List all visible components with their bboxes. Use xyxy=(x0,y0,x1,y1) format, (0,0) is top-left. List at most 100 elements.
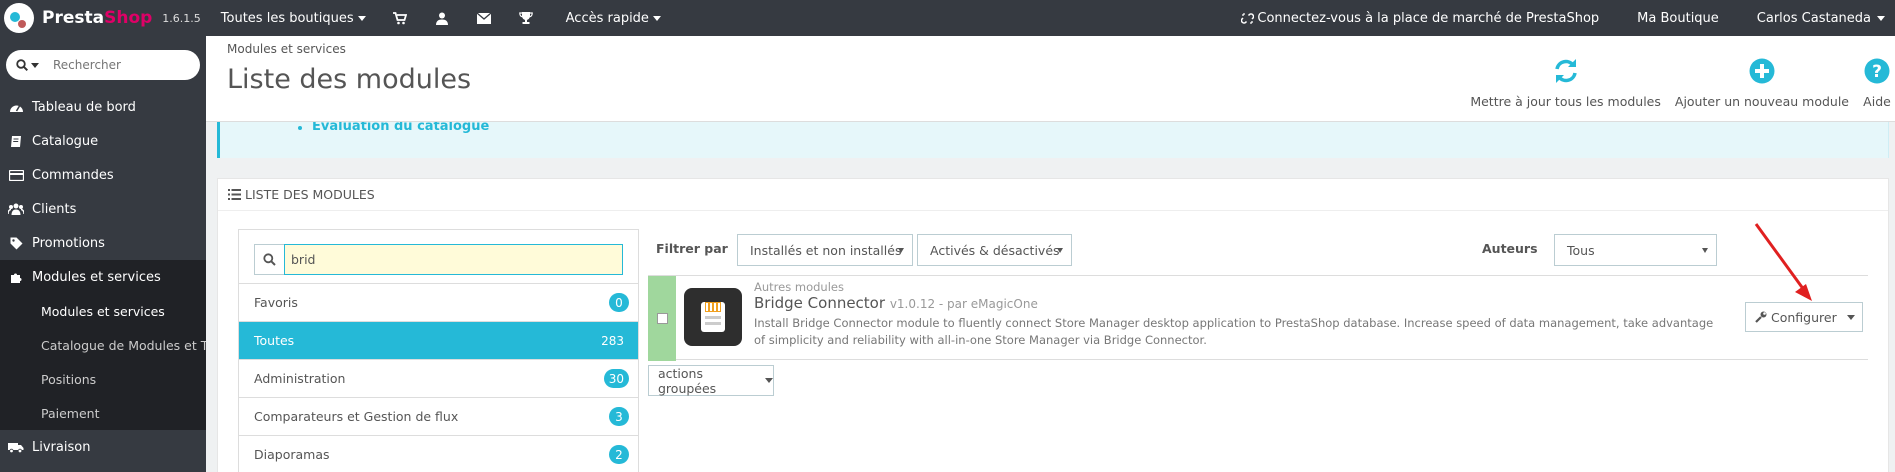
search-icon xyxy=(16,59,28,71)
sidebar-item-customers[interactable]: Clients xyxy=(0,192,206,226)
module-search-input[interactable] xyxy=(284,244,623,275)
category-list: Favoris 0 Toutes 283 Administration 30 C… xyxy=(238,229,639,472)
filter-label: Filtrer par xyxy=(656,241,728,256)
category-label: Comparateurs et Gestion de flux xyxy=(254,409,459,424)
authors-value: Tous xyxy=(1567,242,1595,258)
category-count-badge: 0 xyxy=(609,293,629,312)
caret-down-icon xyxy=(898,248,904,253)
breadcrumb[interactable]: Modules et services xyxy=(227,42,346,56)
info-alert: Évaluation du catalogue xyxy=(217,122,1889,158)
sidebar-item-promotions[interactable]: Promotions xyxy=(0,226,206,260)
update-all-modules-button[interactable]: Mettre à jour tous les modules xyxy=(1470,36,1661,122)
unlink-icon xyxy=(1241,12,1255,24)
configure-button[interactable]: Configurer xyxy=(1746,303,1840,331)
authors-select[interactable]: Tous xyxy=(1554,234,1717,266)
puffin-logo-icon xyxy=(4,3,34,33)
configure-button-group: Configurer xyxy=(1745,302,1863,332)
quick-access-label: Accès rapide xyxy=(565,10,649,26)
truck-icon xyxy=(8,440,24,454)
user-name: Carlos Castaneda xyxy=(1756,10,1871,26)
puzzle-icon xyxy=(8,270,24,284)
help-button[interactable]: ? Aide xyxy=(1863,36,1891,122)
sidebar-item-modules[interactable]: Modules et services xyxy=(0,260,206,294)
category-count-badge: 30 xyxy=(603,369,629,388)
shop-selector[interactable]: Toutes les boutiques xyxy=(221,11,366,26)
sidebar-item-orders[interactable]: Commandes xyxy=(0,158,206,192)
category-slideshows[interactable]: Diaporamas 2 xyxy=(239,436,638,472)
sidebar-subitem-positions[interactable]: Positions xyxy=(0,362,206,396)
list-bullet xyxy=(298,126,302,130)
prestashop-logo[interactable]: PrestaShop 1.6.1.5 xyxy=(0,0,201,36)
module-name-text: Bridge Connector xyxy=(754,294,886,312)
panel-title: LISTE DES MODULES xyxy=(245,187,375,202)
active-status-select[interactable]: Activés & désactivés xyxy=(917,234,1072,266)
topbar-right: Connectez-vous à la place de marché de P… xyxy=(1241,0,1895,36)
catalog-evaluation-link[interactable]: Évaluation du catalogue xyxy=(312,122,489,134)
caret-down-icon xyxy=(1877,15,1885,21)
marketplace-label: Connectez-vous à la place de marché de P… xyxy=(1257,10,1600,26)
user-icon[interactable] xyxy=(434,10,450,26)
sidebar-subitem-modules-catalog[interactable]: Catalogue de Modules et T... xyxy=(0,328,206,362)
sidebar-subitem-modules-services[interactable]: Modules et services xyxy=(0,294,206,328)
quick-access-menu[interactable]: Accès rapide xyxy=(566,11,661,26)
install-status-select[interactable]: Installés et non installés xyxy=(737,234,913,266)
refresh-icon xyxy=(1552,57,1580,85)
marketplace-link[interactable]: Connectez-vous à la place de marché de P… xyxy=(1241,11,1599,26)
trophy-icon[interactable] xyxy=(518,10,534,26)
page-toolbar: Mettre à jour tous les modules Ajouter u… xyxy=(1470,36,1895,122)
envelope-icon[interactable] xyxy=(476,10,492,26)
sidebar-search-input[interactable] xyxy=(53,58,183,72)
module-description: Install Bridge Connector module to fluen… xyxy=(754,316,1714,347)
sidebar-item-label: Livraison xyxy=(32,439,91,455)
sidebar-submenu-modules: Modules et services Catalogue de Modules… xyxy=(0,294,206,430)
sidebar-item-dashboard[interactable]: Tableau de bord xyxy=(0,90,206,124)
filter-bar: Filtrer par Installés et non installés A… xyxy=(656,234,1866,266)
sidebar-item-label: Clients xyxy=(32,201,77,217)
module-search xyxy=(239,230,638,284)
top-navbar: PrestaShop 1.6.1.5 Toutes les boutiques … xyxy=(0,0,1895,36)
version-label: 1.6.1.5 xyxy=(162,11,201,25)
module-search-button[interactable] xyxy=(254,244,284,275)
cart-icon[interactable] xyxy=(392,10,408,26)
tag-icon xyxy=(8,236,24,250)
category-comparators[interactable]: Comparateurs et Gestion de flux 3 xyxy=(239,398,638,436)
plus-circle-icon xyxy=(1748,57,1776,85)
add-new-module-label: Ajouter un nouveau module xyxy=(1674,94,1849,109)
configure-dropdown-toggle[interactable] xyxy=(1840,303,1862,331)
sidebar-menu: Tableau de bord Catalogue Commandes Clie… xyxy=(0,90,206,464)
search-icon xyxy=(263,253,276,266)
active-status-value: Activés & désactivés xyxy=(930,242,1060,258)
help-label: Aide xyxy=(1863,94,1891,109)
my-shop-link[interactable]: Ma Boutique xyxy=(1637,11,1719,26)
category-favorites[interactable]: Favoris 0 xyxy=(239,284,638,322)
sidebar-item-shipping[interactable]: Livraison xyxy=(0,430,206,464)
category-label: Diaporamas xyxy=(254,447,330,462)
caret-down-icon xyxy=(1057,248,1063,253)
module-installed-indicator xyxy=(648,276,676,361)
sidebar-item-label: Promotions xyxy=(32,235,105,251)
category-count-badge: 3 xyxy=(609,407,629,426)
list-icon xyxy=(228,189,241,200)
configure-label: Configurer xyxy=(1771,309,1837,325)
users-icon xyxy=(8,202,24,216)
wrench-icon xyxy=(1755,311,1767,323)
category-administration[interactable]: Administration 30 xyxy=(239,360,638,398)
svg-text:?: ? xyxy=(1872,62,1882,82)
sidebar-item-catalog[interactable]: Catalogue xyxy=(0,124,206,158)
caret-down-icon xyxy=(765,378,773,383)
user-menu[interactable]: Carlos Castaneda xyxy=(1757,11,1885,26)
sidebar-subitem-payment[interactable]: Paiement xyxy=(0,396,206,430)
category-all[interactable]: Toutes 283 xyxy=(239,322,638,360)
caret-down-icon xyxy=(31,62,39,68)
caret-down-icon xyxy=(1702,248,1708,253)
module-name: Bridge Connector v1.0.12 - par eMagicOne xyxy=(754,294,1038,312)
update-all-modules-label: Mettre à jour tous les modules xyxy=(1470,94,1661,109)
search-type-toggle[interactable] xyxy=(16,59,39,71)
add-new-module-button[interactable]: Ajouter un nouveau module xyxy=(1675,36,1849,122)
connector-plug-icon xyxy=(701,302,725,332)
caret-down-icon xyxy=(652,15,661,21)
bulk-actions-button[interactable]: actions groupées xyxy=(648,365,774,396)
book-icon xyxy=(8,134,24,148)
sidebar-item-label: Tableau de bord xyxy=(32,99,136,115)
module-checkbox[interactable] xyxy=(656,313,668,324)
